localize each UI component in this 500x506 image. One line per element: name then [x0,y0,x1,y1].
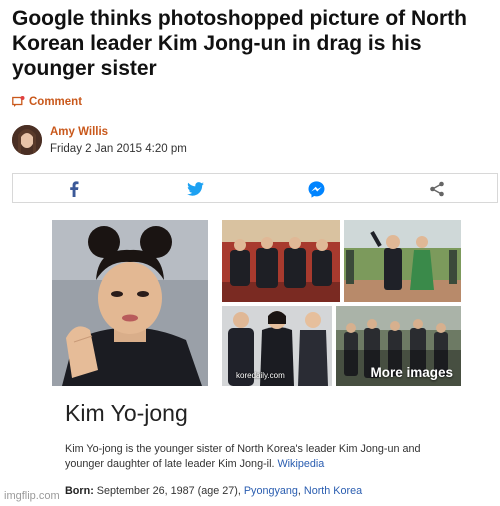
birthplace-country-link[interactable]: North Korea [304,485,362,497]
comment-link[interactable]: Comment [12,96,82,108]
image-thumb-1[interactable] [222,220,340,302]
author-name[interactable]: Amy Willis [50,126,108,138]
more-images-label[interactable]: More images [370,365,453,380]
share-icon[interactable] [428,180,446,198]
imgflip-watermark: imgflip.com [4,490,60,502]
main-photo[interactable] [52,220,208,386]
wikipedia-link[interactable]: Wikipedia [277,458,324,470]
comment-icon [12,96,25,107]
more-images-tile[interactable]: More images [336,306,461,386]
entity-description: Kim Yo-jong is the younger sister of Nor… [65,442,450,472]
birthplace-separator: , [297,485,301,497]
thumb-watermark: koredaily.com [236,371,285,380]
birthplace-city-link[interactable]: Pyongyang [244,485,298,497]
born-label: Born: [65,485,94,497]
comment-label: Comment [29,96,83,108]
knowledge-panel: koredaily.com More images Kim Yo-jong Ki… [52,218,461,506]
description-text: Kim Yo-jong is the younger sister of Nor… [65,443,421,470]
post-date: Friday 2 Jan 2015 4:20 pm [50,143,187,155]
share-bar [12,173,498,203]
entity-title: Kim Yo-jong [65,400,188,426]
born-date: September 26, 1987 (age 27), [96,485,241,497]
article-headline: Google thinks photoshopped picture of No… [12,7,467,80]
twitter-icon[interactable] [186,180,204,198]
messenger-icon[interactable] [307,180,325,198]
facebook-icon[interactable] [65,180,83,198]
born-row: Born: September 26, 1987 (age 27), Pyong… [65,485,362,497]
author-avatar [12,125,42,155]
image-thumb-2[interactable] [344,220,461,302]
image-thumb-3[interactable]: koredaily.com [222,306,332,386]
